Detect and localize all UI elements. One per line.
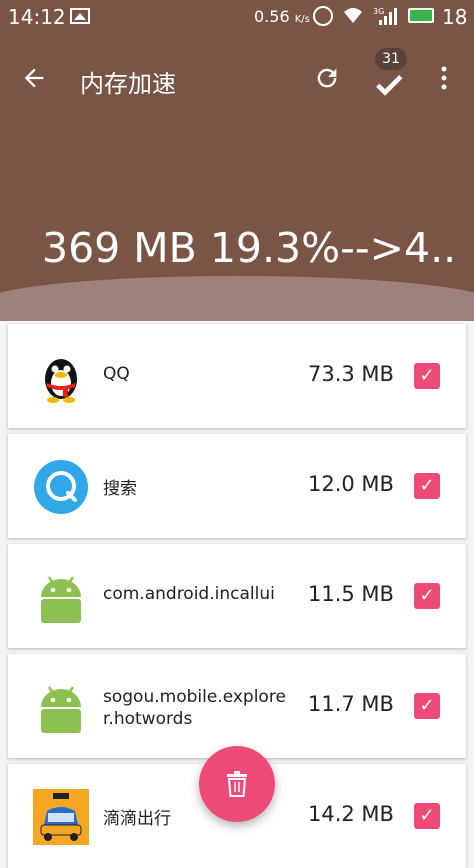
toolbar: 内存加速 31 <box>0 36 474 118</box>
select-checkbox[interactable]: ✓ <box>414 473 440 499</box>
list-item[interactable]: com.android.incallui 11.5 MB ✓ <box>8 544 466 648</box>
android-icon <box>41 576 81 623</box>
list-item[interactable]: sogou.mobile.explorer.hotwords 11.7 MB ✓ <box>8 654 466 758</box>
didi-taxi-icon <box>33 789 89 845</box>
wifi-icon <box>344 8 362 23</box>
refresh-button[interactable] <box>310 61 344 95</box>
gallery-notification-icon <box>70 8 90 24</box>
select-checkbox[interactable]: ✓ <box>414 803 440 829</box>
app-name: 滴滴出行 <box>103 809 171 829</box>
check-icon <box>376 75 403 96</box>
arrow-left-icon <box>24 68 44 88</box>
select-checkbox[interactable]: ✓ <box>414 363 440 389</box>
network-speed: 0.56 K/s <box>254 7 310 26</box>
app-name: QQ <box>103 364 130 384</box>
app-name: com.android.incallui <box>103 584 275 604</box>
app-size: 73.3 MB <box>308 362 394 386</box>
app-size: 11.5 MB <box>308 582 394 606</box>
app-size: 14.2 MB <box>308 802 394 826</box>
status-time: 14:12 <box>8 5 66 29</box>
android-icon <box>41 686 81 733</box>
list-item[interactable]: 搜索 12.0 MB ✓ <box>8 434 466 538</box>
alarm-icon <box>313 6 333 26</box>
memory-summary: 369 MB 19.3%-->4.. <box>42 224 457 272</box>
trash-icon <box>227 771 247 797</box>
wave-decoration <box>0 276 474 321</box>
qq-penguin-icon <box>33 349 89 405</box>
battery-icon <box>408 8 434 23</box>
select-all-button[interactable] <box>370 61 408 99</box>
app-size: 12.0 MB <box>308 472 394 496</box>
clean-button[interactable] <box>199 746 275 822</box>
status-bar: 14:12 0.56 K/s 3G 18 <box>0 0 474 36</box>
header: 内存加速 31 369 MB 19.3%-->4.. <box>0 36 474 321</box>
app-size: 11.7 MB <box>308 692 394 716</box>
more-vert-icon <box>441 66 447 90</box>
app-name: 搜索 <box>103 479 137 499</box>
select-checkbox[interactable]: ✓ <box>414 583 440 609</box>
back-button[interactable] <box>20 60 56 96</box>
refresh-icon <box>317 68 337 88</box>
page-title: 内存加速 <box>80 70 176 98</box>
select-checkbox[interactable]: ✓ <box>414 693 440 719</box>
network-type-label: 3G <box>373 7 384 16</box>
list-item[interactable]: QQ 73.3 MB ✓ <box>8 324 466 428</box>
more-options-button[interactable] <box>432 60 456 96</box>
battery-level: 18 <box>442 5 468 29</box>
cell-signal-icon: 3G <box>373 7 397 25</box>
app-name: sogou.mobile.explorer.hotwords <box>103 687 286 729</box>
search-app-icon <box>34 460 88 514</box>
